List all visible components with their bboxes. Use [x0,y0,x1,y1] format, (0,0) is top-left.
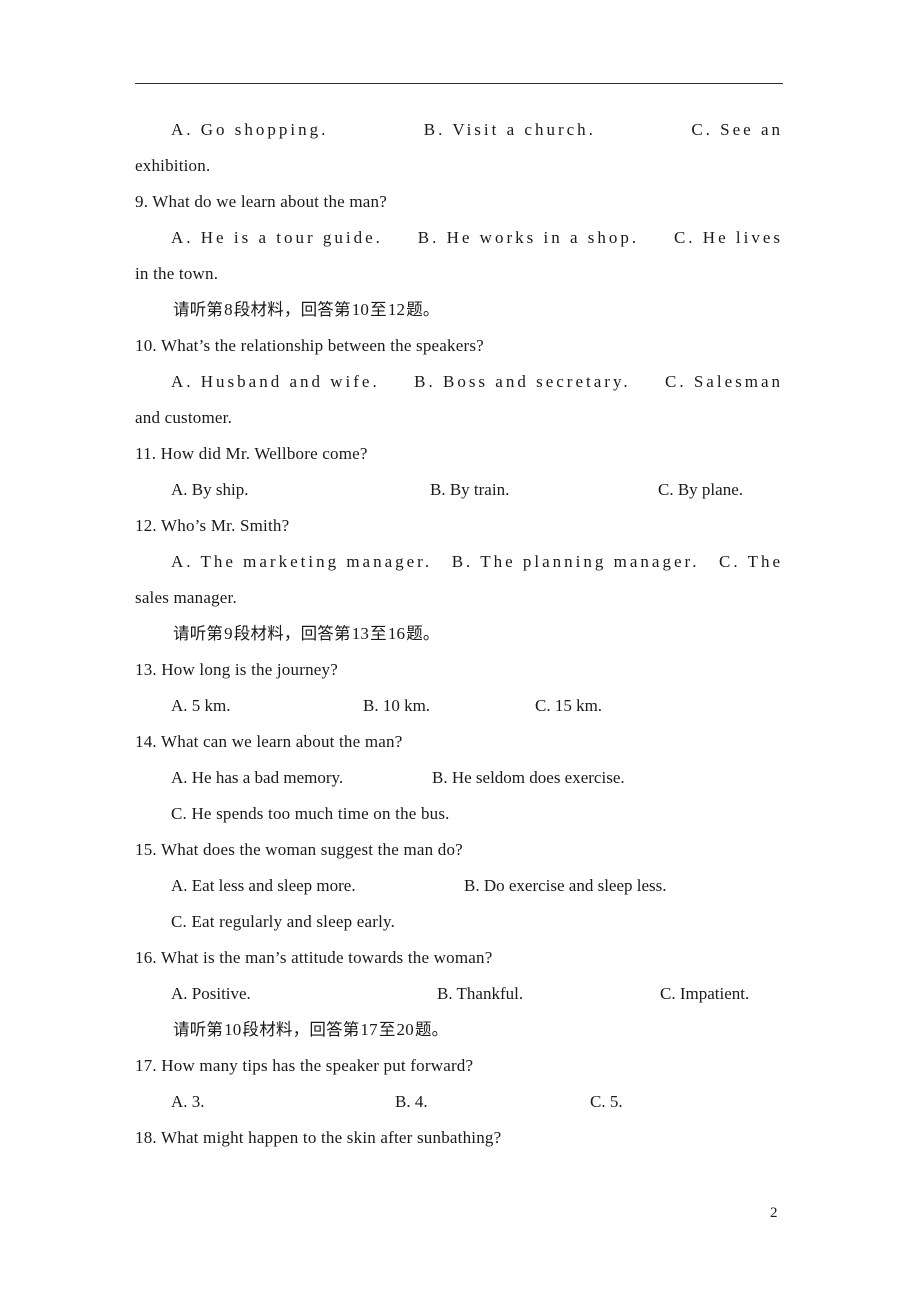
question-14-stem: 14. What can we learn about the man? [135,732,403,751]
column-gap [380,364,414,400]
question-13-options-c: C. 15 km. [535,696,603,715]
question-17-options-b: B. 4. [395,1092,428,1111]
question-10-options: A. Husband and wife. B. Boss and secretar… [135,364,783,400]
column-gap [383,220,418,256]
listening-instruction-10-part-5: 20 [396,1020,414,1039]
question-12-options-wrap: sales manager. [135,588,237,607]
column-gap [328,112,423,148]
question-11-options-b: B. By train. [430,480,510,499]
column-gap [432,544,452,580]
listening-instruction-10-part-3: 17 [360,1020,378,1039]
question-8-options: A. Go shopping. B. Visit a church. C. See … [135,112,783,148]
column-gap [596,112,691,148]
question-15-stem: 15. What does the woman suggest the man … [135,840,463,859]
listening-instruction-10-part-2: 段材料，回答第 [242,1020,360,1039]
question-10-options-a: A. Husband and wife. [171,372,380,391]
question-14-option-c: C. He spends too much time on the bus. [171,804,450,823]
question-14-options: A. He has a bad memory. B. He seldom does… [135,760,783,796]
question-10-options-c: C. Salesman [665,372,784,391]
question-17-options-a: A. 3. [171,1092,205,1111]
question-17-options-c: C. 5. [590,1092,623,1111]
listening-instruction-8-part-4: 至 [370,300,387,319]
listening-instruction-8-part-6: 题。 [406,300,440,319]
listening-instruction-9-part-4: 至 [370,624,387,643]
question-14-options-a: A. He has a bad memory. [171,768,344,787]
column-gap [639,220,674,256]
question-8-options-c: C. See an [691,120,783,139]
question-15-options-b: B. Do exercise and sleep less. [464,876,667,895]
question-8-options-a: A. Go shopping. [171,120,329,139]
question-13-stem: 13. How long is the journey? [135,660,338,679]
question-12-stem: 12. Who’s Mr. Smith? [135,516,290,535]
listening-instruction-9-part-5: 16 [387,624,406,643]
question-16-options-a: A. Positive. [171,984,251,1003]
question-16-stem: 16. What is the man’s attitude towards t… [135,948,493,967]
question-11-options-a: A. By ship. [171,480,249,499]
question-15-options-a: A. Eat less and sleep more. [171,876,356,895]
question-16-options: A. Positive. B. Thankful. C. Impatient. [135,976,783,1012]
question-8-options-wrap: exhibition. [135,156,211,175]
question-11-stem: 11. How did Mr. Wellbore come? [135,444,368,463]
question-17-stem: 17. How many tips has the speaker put fo… [135,1056,474,1075]
question-12-options-c: C. The [719,552,784,571]
question-13-options-b: B. 10 km. [363,696,431,715]
exam-page: A. Go shopping. B. Visit a church. C. See … [0,0,920,1302]
listening-instruction-8-part-5: 12 [387,300,406,319]
listening-instruction-8-part-2: 段材料，回答第 [233,300,351,319]
page-number: 2 [770,1205,778,1221]
question-9-options-b: B. He works in a shop. [417,228,640,247]
question-16-options-c: C. Impatient. [660,984,750,1003]
listening-instruction-8-part-3: 10 [351,300,370,319]
question-14-options-b: B. He seldom does exercise. [432,768,625,787]
question-11-options-c: C. By plane. [658,480,743,499]
question-9-options-a: A. He is a tour guide. [171,228,383,247]
listening-instruction-9-part-0: 请听第 [173,624,224,643]
question-8-options-b: B. Visit a church. [423,120,596,139]
listening-instruction-9: 请听第9段材料，回答第13至16题。 [135,616,783,652]
column-gap [700,544,720,580]
question-13-options-a: A. 5 km. [171,696,231,715]
listening-instruction-10-part-4: 至 [378,1020,396,1039]
listening-instruction-8-part-1: 8 [224,300,233,319]
question-16-options-b: B. Thankful. [437,984,524,1003]
listening-instruction-9-part-6: 题。 [406,624,440,643]
question-9-options: A. He is a tour guide. B. He works in a s… [135,220,783,256]
header-rule [135,83,783,84]
listening-instruction-10-part-0: 请听第 [173,1020,224,1039]
question-13-options: A. 5 km. B. 10 km. C. 15 km. [135,688,783,724]
column-gap [631,364,665,400]
question-18-stem: 18. What might happen to the skin after … [135,1128,502,1147]
question-10-options-wrap: and customer. [135,408,233,427]
listening-instruction-9-part-1: 9 [224,624,233,643]
listening-instruction-10-part-1: 10 [224,1020,242,1039]
listening-instruction-10: 请听第10段材料，回答第17至20题。 [135,1012,783,1048]
question-15-option-c: C. Eat regularly and sleep early. [171,912,396,931]
question-list: A. Go shopping. B. Visit a church. C. See … [135,112,783,1156]
question-11-options: A. By ship. B. By train. C. By plane. [135,472,783,508]
listening-instruction-10-part-6: 题。 [414,1020,449,1039]
question-12-options-b: B. The planning manager. [451,552,700,571]
question-9-options-c: C. He lives [673,228,783,247]
question-12-options: A. The marketing manager. B. The planning… [135,544,783,580]
question-10-stem: 10. What’s the relationship between the … [135,336,484,355]
listening-instruction-8-part-0: 请听第 [173,300,224,319]
question-12-options-a: A. The marketing manager. [171,552,433,571]
question-9-options-wrap: in the town. [135,264,219,283]
listening-instruction-9-part-3: 13 [351,624,370,643]
question-15-options: A. Eat less and sleep more. B. Do exercis… [135,868,783,904]
question-9-stem: 9. What do we learn about the man? [135,192,387,211]
question-17-options: A. 3. B. 4. C. 5. [135,1084,783,1120]
listening-instruction-9-part-2: 段材料，回答第 [233,624,351,643]
question-10-options-b: B. Boss and secretary. [414,372,631,391]
listening-instruction-8: 请听第8段材料，回答第10至12题。 [135,292,783,328]
